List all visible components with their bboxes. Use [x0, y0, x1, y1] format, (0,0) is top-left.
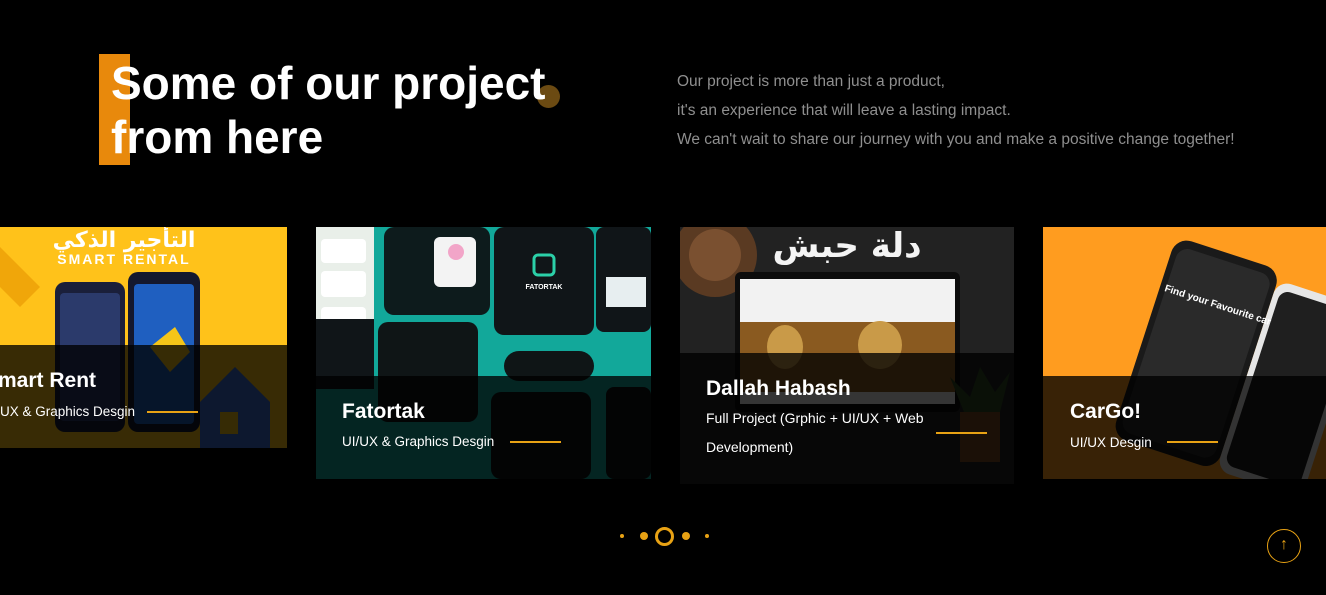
fatortak-brand-text: FATORTAK — [526, 284, 563, 291]
arrow-up-icon: ↑ — [1280, 536, 1288, 553]
section-title: Some of our project from here — [111, 56, 545, 164]
smart-rental-latin-text: SMART RENTAL — [57, 251, 190, 267]
project-title: Fatortak — [342, 400, 425, 423]
card-underline — [936, 432, 987, 434]
project-subtitle-line-1: Full Project (Grphic + UI/UX + Web — [706, 410, 924, 426]
project-subtitle: UX & Graphics Desgin — [0, 404, 136, 419]
pagination-dot-1[interactable] — [620, 534, 624, 538]
project-card-smart-rent[interactable]: التأجير الذكي SMART RENTAL mart Rent UX … — [0, 227, 287, 448]
dallah-habash-arabic-text: دلة حبش — [772, 227, 921, 266]
project-subtitle: UI/UX Desgin — [1070, 435, 1152, 450]
project-card-cargo[interactable]: Find your Favourite car CarGo! UI/UX Des… — [1043, 227, 1326, 479]
project-title: Dallah Habash — [706, 377, 851, 400]
project-subtitle-line-2: Development) — [706, 439, 794, 455]
pagination-dot-2[interactable] — [640, 532, 648, 540]
project-card-dallah-habash[interactable]: دلة حبش Dallah Habash Full Project (Grph… — [680, 227, 1014, 484]
project-card-fatortak[interactable]: FATORTAK Fatortak UI/UX & Graphics Desgi… — [316, 227, 651, 479]
intro-line-2: it's an experience that will leave a las… — [677, 102, 1011, 119]
card-caption-overlay — [1043, 376, 1326, 479]
project-title: CarGo! — [1070, 400, 1142, 423]
card-underline — [1167, 441, 1218, 443]
pagination-dot-active[interactable] — [655, 527, 674, 546]
section-title-line-2: from here — [111, 111, 324, 163]
intro-line-3: We can't wait to share our journey with … — [677, 131, 1235, 148]
section-intro: Our project is more than just a product,… — [677, 67, 1235, 154]
card-caption-overlay — [0, 345, 287, 448]
card-underline — [510, 441, 561, 443]
smart-rental-arabic-text: التأجير الذكي — [53, 227, 196, 253]
intro-line-1: Our project is more than just a product, — [677, 73, 945, 90]
section-title-line-1: Some of our project — [111, 57, 546, 109]
card-caption-overlay — [316, 376, 651, 479]
pagination-dot-4[interactable] — [682, 532, 690, 540]
carousel-pagination — [0, 523, 1326, 549]
project-title: mart Rent — [0, 369, 97, 392]
card-underline — [147, 411, 198, 413]
project-subtitle: UI/UX & Graphics Desgin — [342, 434, 495, 449]
scroll-to-top-button[interactable]: ↑ — [1267, 529, 1301, 563]
pagination-dot-5[interactable] — [705, 534, 709, 538]
